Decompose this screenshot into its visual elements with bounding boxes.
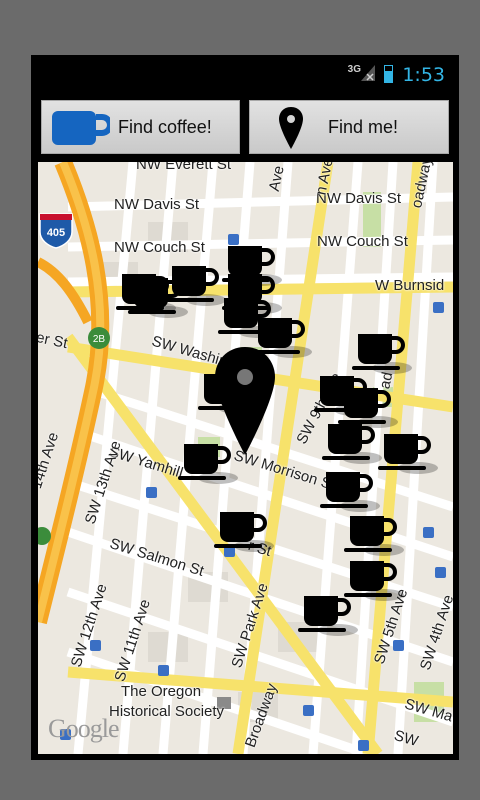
svg-text:2B: 2B — [93, 334, 106, 345]
signal-icon — [361, 65, 375, 81]
device-frame: 3G 1:53 Find coffee! Find me! 405 2B NW … — [31, 55, 459, 760]
status-bar: 3G 1:53 — [31, 55, 459, 95]
street-label: NW Davis St — [114, 196, 200, 213]
clock: 1:53 — [402, 64, 445, 86]
coffee-shop-marker-icon[interactable] — [322, 420, 382, 466]
street-label: W Burnsid — [375, 277, 445, 294]
svg-text:405: 405 — [47, 227, 65, 239]
map-view[interactable]: 405 2B NW Everett St NW Davis St NW Davi… — [38, 162, 453, 754]
coffee-shop-marker-icon[interactable] — [222, 270, 282, 316]
poi-label-line2: Historical Society — [109, 703, 225, 720]
poi-label-line1: The Oregon — [121, 683, 202, 700]
network-type: 3G — [347, 64, 361, 75]
coffee-cup-icon — [52, 111, 110, 145]
coffee-shop-marker-icon[interactable] — [352, 330, 412, 376]
street-label: NW Couch St — [114, 239, 205, 256]
find-me-label: Find me! — [328, 116, 399, 137]
coffee-shop-marker-icon[interactable] — [128, 274, 188, 320]
coffee-shop-marker-icon[interactable] — [298, 592, 358, 638]
coffee-shop-marker-icon[interactable] — [344, 512, 404, 558]
exit-badge: 2B — [88, 327, 110, 349]
coffee-shop-marker-icon[interactable] — [378, 430, 438, 476]
google-attribution: Google — [48, 714, 120, 743]
find-me-button[interactable]: Find me! — [249, 100, 449, 154]
interstate-shield: 405 — [39, 213, 73, 249]
battery-charging-icon — [384, 65, 393, 83]
find-coffee-button[interactable]: Find coffee! — [41, 100, 240, 154]
street-label: NW Couch St — [317, 233, 408, 250]
street-label: NW Everett St — [136, 162, 232, 173]
coffee-shop-marker-icon[interactable] — [214, 508, 274, 554]
my-location-pin-icon[interactable] — [213, 345, 277, 457]
toolbar: Find coffee! Find me! — [31, 95, 459, 163]
location-pin-icon — [279, 107, 303, 149]
find-coffee-label: Find coffee! — [118, 116, 212, 137]
coffee-shop-marker-icon[interactable] — [320, 468, 380, 514]
